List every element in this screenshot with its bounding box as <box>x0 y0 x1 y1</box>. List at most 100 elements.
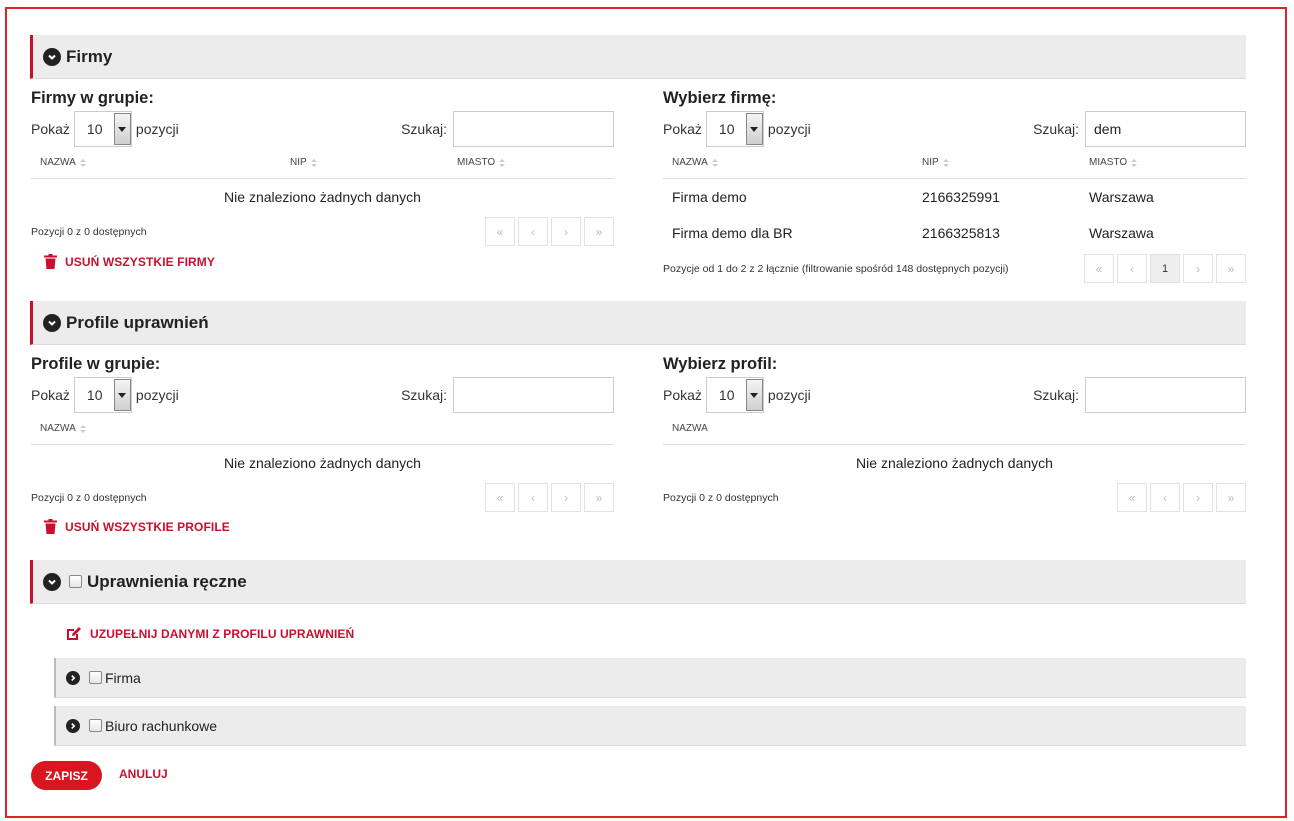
section-title: Firmy <box>66 46 113 66</box>
panel-title: Profile w grupie: <box>31 355 161 373</box>
sort-icon <box>1131 158 1138 167</box>
dropdown-arrow-icon[interactable] <box>113 113 131 145</box>
next-page-button[interactable]: › <box>551 483 581 512</box>
section-title: Profile uprawnień <box>66 312 209 332</box>
table-header: NAZWA <box>31 413 614 445</box>
group-checkbox[interactable] <box>89 719 102 732</box>
chevron-right-icon[interactable] <box>66 670 80 685</box>
table-row[interactable]: Firma demo 2166325991 Warszawa <box>663 179 1246 215</box>
column-label: NAZWA <box>40 423 76 434</box>
column-header-nazwa[interactable]: NAZWA <box>672 423 708 434</box>
fill-from-profile-button[interactable]: UZUPEŁNIJ DANYMI Z PROFILU UPRAWNIEŃ <box>66 626 354 641</box>
page-size-select[interactable]: 10 <box>705 377 764 413</box>
section-title: Uprawnienia ręczne <box>87 571 247 591</box>
edit-icon <box>67 627 81 640</box>
next-page-button[interactable]: › <box>551 217 581 246</box>
column-header-nazwa[interactable]: NAZWA <box>40 423 86 434</box>
last-page-button[interactable]: » <box>1216 483 1246 512</box>
first-page-button[interactable]: « <box>1084 254 1114 283</box>
chevron-down-icon[interactable] <box>43 313 61 332</box>
search-label: Szukaj: <box>401 121 447 137</box>
cell-miasto: Warszawa <box>1089 189 1154 205</box>
sort-icon <box>79 158 86 167</box>
remove-all-firms-button[interactable]: USUŃ WSZYSTKIE FIRMY <box>44 254 215 269</box>
sort-icon <box>499 158 506 167</box>
last-page-button[interactable]: » <box>584 483 614 512</box>
show-label: Pokaż <box>31 387 70 403</box>
group-row-biuro-rachunkowe[interactable]: Biuro rachunkowe <box>54 706 1246 746</box>
pagination: « ‹ 1 › » <box>1084 254 1246 283</box>
page-size-select[interactable]: 10 <box>73 377 132 413</box>
column-header-nazwa[interactable]: NAZWA <box>672 157 718 168</box>
dropdown-arrow-icon[interactable] <box>745 113 763 145</box>
search-input[interactable] <box>453 377 614 413</box>
sort-icon <box>79 424 86 433</box>
show-label: Pokaż <box>31 121 70 137</box>
column-label: MIASTO <box>457 157 496 168</box>
first-page-button[interactable]: « <box>485 217 515 246</box>
column-header-nazwa[interactable]: NAZWA <box>40 157 86 168</box>
prev-page-button[interactable]: ‹ <box>518 483 548 512</box>
column-header-miasto[interactable]: MIASTO <box>457 157 506 168</box>
search-control: Szukaj: <box>1033 111 1246 147</box>
first-page-button[interactable]: « <box>1117 483 1147 512</box>
last-page-button[interactable]: » <box>584 217 614 246</box>
page-size-select[interactable]: 10 <box>73 111 132 147</box>
chevron-down-icon[interactable] <box>43 572 61 591</box>
show-suffix: pozycji <box>767 121 811 137</box>
search-label: Szukaj: <box>401 387 447 403</box>
column-header-nip[interactable]: NIP <box>290 157 317 168</box>
prev-page-button[interactable]: ‹ <box>518 217 548 246</box>
next-page-button[interactable]: › <box>1183 254 1213 283</box>
pagination: « ‹ › » <box>1117 483 1246 512</box>
save-button[interactable]: ZAPISZ <box>31 761 102 790</box>
section-header-profile[interactable]: Profile uprawnień <box>30 301 1246 345</box>
search-control: Szukaj: <box>401 377 614 413</box>
group-row-firma[interactable]: Firma <box>54 658 1246 698</box>
remove-label: USUŃ WSZYSTKIE PROFILE <box>65 519 230 534</box>
column-label: NIP <box>922 157 939 168</box>
chevron-down-icon[interactable] <box>43 47 61 66</box>
last-page-button[interactable]: » <box>1216 254 1246 283</box>
first-page-button[interactable]: « <box>485 483 515 512</box>
search-input[interactable] <box>1085 111 1246 147</box>
column-header-miasto[interactable]: MIASTO <box>1089 157 1138 168</box>
column-label: MIASTO <box>1089 157 1128 168</box>
panel-firmy-w-grupie: Firmy w grupie: Pokaż 10 pozycji Szukaj:… <box>31 89 614 289</box>
cell-nip: 2166325813 <box>922 225 1000 241</box>
empty-table-message: Nie znaleziono żadnych danych <box>224 455 421 471</box>
remove-all-profiles-button[interactable]: USUŃ WSZYSTKIE PROFILE <box>44 519 230 534</box>
table-header: NAZWA NIP MIASTO <box>663 147 1246 179</box>
column-header-nip[interactable]: NIP <box>922 157 949 168</box>
panel-wybierz-firme: Wybierz firmę: Pokaż 10 pozycji Szukaj: … <box>663 89 1246 289</box>
pagination: « ‹ › » <box>485 217 614 246</box>
page-button-current[interactable]: 1 <box>1150 254 1180 283</box>
page-size-select[interactable]: 10 <box>705 111 764 147</box>
dropdown-arrow-icon[interactable] <box>745 379 763 411</box>
next-page-button[interactable]: › <box>1183 483 1213 512</box>
group-checkbox[interactable] <box>89 671 102 684</box>
pagination: « ‹ › » <box>485 483 614 512</box>
section-header-firmy[interactable]: Firmy <box>30 35 1246 79</box>
section-header-uprawnienia-reczne[interactable]: Uprawnienia ręczne <box>30 560 1246 604</box>
dropdown-arrow-icon[interactable] <box>113 379 131 411</box>
column-label: NAZWA <box>672 423 708 434</box>
prev-page-button[interactable]: ‹ <box>1117 254 1147 283</box>
page-size-value: 10 <box>86 387 103 403</box>
column-label: NAZWA <box>40 157 76 168</box>
section-checkbox[interactable] <box>69 575 82 588</box>
show-suffix: pozycji <box>135 387 179 403</box>
table-info: Pozycje od 1 do 2 z 2 łącznie (filtrowan… <box>663 263 1009 275</box>
search-input[interactable] <box>1085 377 1246 413</box>
page-size-control: Pokaż 10 pozycji <box>663 377 811 413</box>
prev-page-button[interactable]: ‹ <box>1150 483 1180 512</box>
cancel-button[interactable]: ANULUJ <box>119 767 168 781</box>
table-row[interactable]: Firma demo dla BR 2166325813 Warszawa <box>663 215 1246 251</box>
cell-nazwa: Firma demo <box>672 189 747 205</box>
chevron-right-icon[interactable] <box>66 718 80 733</box>
page-size-control: Pokaż 10 pozycji <box>31 377 179 413</box>
fill-label: UZUPEŁNIJ DANYMI Z PROFILU UPRAWNIEŃ <box>90 626 355 641</box>
page-size-value: 10 <box>718 121 735 137</box>
sort-icon <box>711 158 718 167</box>
search-input[interactable] <box>453 111 614 147</box>
